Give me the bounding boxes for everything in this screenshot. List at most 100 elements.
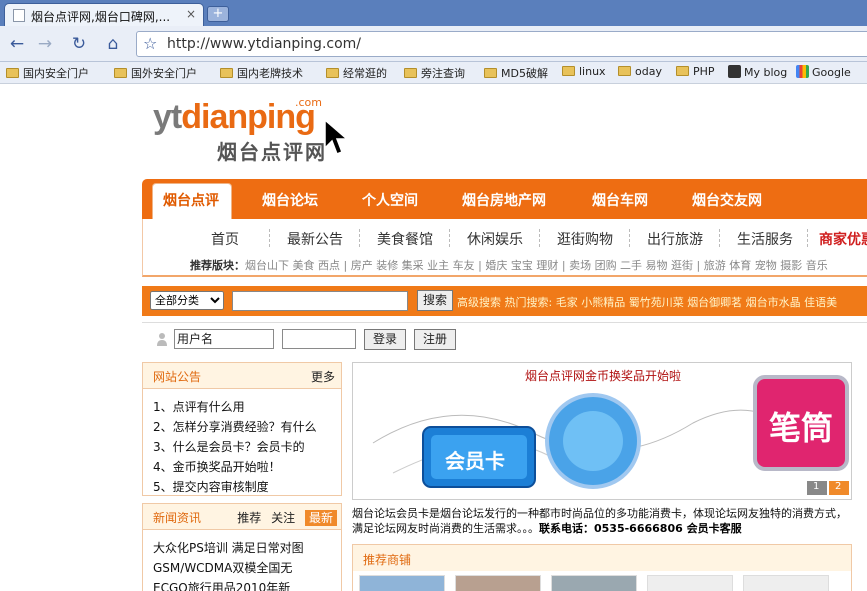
promo-banner[interactable]: 烟台点评网金币换奖品开始啦 会员卡 笔筒 1 2	[352, 362, 852, 500]
list-item[interactable]: 3、什么是会员卡？会员卡的	[153, 437, 341, 457]
tab-recommended[interactable]: 推荐	[237, 511, 261, 525]
bookmarks-bar: 国内安全门户 国外安全门户 国内老牌技术 经常逛的 旁注查询 MD5破解 lin…	[0, 62, 867, 84]
tab-following[interactable]: 关注	[271, 511, 295, 525]
folder-icon	[114, 68, 127, 78]
username-input[interactable]: 用户名	[174, 329, 274, 349]
list-item[interactable]: GSM/WCDMA双模全国无	[153, 558, 341, 578]
address-bar[interactable]: ☆ http://www.ytdianping.com/	[136, 31, 867, 57]
list-item[interactable]: 1、点评有什么用	[153, 397, 341, 417]
reload-icon[interactable]: ↻	[68, 33, 90, 55]
tab-title: 烟台点评网,烟台口碑网,...	[31, 10, 171, 24]
bookmark-item[interactable]: PHP	[676, 65, 715, 78]
folder-icon	[484, 68, 497, 78]
subnav-food[interactable]: 美食餐馆	[377, 229, 433, 249]
folder-icon	[618, 66, 631, 76]
banner-phone: 联系电话：0535-6666806 会员卡客服	[539, 522, 742, 535]
list-item[interactable]: 5、提交内容审核制度	[153, 477, 341, 497]
sub-nav: 首页 最新公告 美食餐馆 休闲娱乐 逛街购物 出行旅游 生活服务 商家优惠 推荐…	[142, 219, 867, 277]
nav-tab-ytdianping[interactable]: 烟台点评	[152, 183, 232, 220]
panel-header: 新闻资讯 推荐 关注 最新	[143, 504, 341, 530]
divider	[359, 229, 360, 247]
search-button[interactable]: 搜索	[417, 290, 453, 311]
category-select[interactable]: 全部分类	[150, 291, 224, 310]
list-item[interactable]: 2、怎样分享消费经验？有什么	[153, 417, 341, 437]
main-nav: 烟台点评 烟台论坛 个人空间 烟台房地产网 烟台车网 烟台交友网	[142, 179, 867, 220]
browser-tab-strip: 烟台点评网,烟台口碑网,... × +	[0, 0, 867, 26]
url-text[interactable]: http://www.ytdianping.com/	[167, 36, 361, 52]
subnav-deals[interactable]: 商家优惠	[819, 229, 867, 249]
search-bar: 全部分类 搜索 高级搜索 热门搜索: 毛家 小熊精品 蜀竹苑川菜 烟台御卿茗 烟…	[142, 286, 867, 316]
bookmark-item[interactable]: linux	[562, 65, 606, 78]
announcement-panel: 网站公告 更多 1、点评有什么用 2、怎样分享消费经验？有什么 3、什么是会员卡…	[142, 362, 342, 496]
subnav-home[interactable]: 首页	[211, 229, 239, 249]
bookmark-star-icon[interactable]: ☆	[143, 34, 157, 53]
bookmark-item[interactable]: 旁注查询	[404, 65, 465, 81]
panel-header: 推荐商铺	[353, 545, 851, 571]
bookmark-label: 国外安全门户	[131, 67, 197, 80]
home-icon[interactable]: ⌂	[102, 33, 124, 55]
bookmark-item[interactable]: 国内安全门户	[6, 65, 89, 81]
page-favicon-icon	[13, 9, 25, 22]
list-item[interactable]: 4、金币换奖品开始啦！	[153, 457, 341, 477]
divider	[807, 229, 808, 247]
divider	[719, 229, 720, 247]
nav-tab-forum[interactable]: 烟台论坛	[262, 190, 318, 210]
nav-tab-real-estate[interactable]: 烟台房地产网	[462, 190, 546, 210]
new-tab-button[interactable]: +	[207, 6, 229, 22]
bookmark-label: 国内老牌技术	[237, 67, 303, 80]
subnav-shopping[interactable]: 逛街购物	[557, 229, 613, 249]
hot-search-links[interactable]: 高级搜索 热门搜索: 毛家 小熊精品 蜀竹苑川菜 烟台御卿茗 烟台市水晶 佳语美	[457, 294, 837, 310]
recommend-links[interactable]: 烟台山下 美食 西点 | 房产 装修 集采 业主 车友 | 婚庆 宝宝 理财 |…	[245, 259, 828, 272]
search-input[interactable]	[232, 291, 408, 311]
nav-tab-personal-space[interactable]: 个人空间	[362, 190, 418, 210]
panel-title: 新闻资讯	[153, 511, 202, 525]
register-button[interactable]: 注册	[414, 329, 456, 350]
news-tabs: 推荐 关注 最新	[231, 509, 337, 526]
back-arrow-icon[interactable]: ←	[6, 33, 28, 55]
bookmark-item[interactable]: MD5破解	[484, 65, 548, 81]
subnav-entertainment[interactable]: 休闲娱乐	[467, 229, 523, 249]
forward-arrow-icon[interactable]: →	[34, 33, 56, 55]
nav-tab-dating[interactable]: 烟台交友网	[692, 190, 762, 210]
bookmark-item[interactable]: My blog	[728, 65, 787, 79]
browser-tab[interactable]: 烟台点评网,烟台口碑网,... ×	[4, 3, 204, 26]
password-input[interactable]	[282, 329, 356, 349]
bookmark-item[interactable]: Google	[796, 65, 851, 79]
shop-thumbnail[interactable]	[359, 575, 445, 591]
folder-icon	[676, 66, 689, 76]
nav-tab-label: 烟台点评	[163, 193, 219, 209]
subnav-announcements[interactable]: 最新公告	[287, 229, 343, 249]
logo-yt: yt	[153, 98, 182, 136]
bookmark-item[interactable]: 国外安全门户	[114, 65, 197, 81]
login-button[interactable]: 登录	[364, 329, 406, 350]
more-link[interactable]: 更多	[311, 368, 335, 385]
bookmark-item[interactable]: oday	[618, 65, 662, 78]
divider	[269, 229, 270, 247]
list-item[interactable]: 大众化PS培训 满足日常对图	[153, 538, 341, 558]
banner-page-2[interactable]: 2	[835, 481, 841, 492]
news-panel: 新闻资讯 推荐 关注 最新 大众化PS培训 满足日常对图 GSM/WCDMA双模…	[142, 503, 342, 591]
shop-thumbnail[interactable]	[743, 575, 829, 591]
google-icon	[796, 65, 809, 78]
folder-icon	[6, 68, 19, 78]
subnav-travel[interactable]: 出行旅游	[647, 229, 703, 249]
banner-page-1[interactable]: 1	[813, 481, 819, 492]
shop-thumbnail[interactable]	[647, 575, 733, 591]
bookmark-label: PHP	[693, 65, 715, 78]
close-tab-icon[interactable]: ×	[186, 7, 196, 21]
recommend-label: 推荐版块：	[190, 259, 245, 272]
list-item[interactable]: ECGO旅行用品2010年新	[153, 578, 341, 591]
bookmark-label: MD5破解	[501, 67, 548, 80]
site-logo[interactable]: ytdianping .com 烟台点评网	[153, 96, 325, 164]
bookmark-item[interactable]: 国内老牌技术	[220, 65, 303, 81]
tab-latest[interactable]: 最新	[304, 510, 337, 526]
bookmark-item[interactable]: 经常逛的	[326, 65, 387, 81]
divider	[629, 229, 630, 247]
subnav-services[interactable]: 生活服务	[737, 229, 793, 249]
divider	[539, 229, 540, 247]
shop-thumbnail[interactable]	[551, 575, 637, 591]
logo-chinese-name: 烟台点评网	[217, 140, 327, 164]
panel-title: 推荐商铺	[363, 553, 412, 567]
nav-tab-car[interactable]: 烟台车网	[592, 190, 648, 210]
shop-thumbnail[interactable]	[455, 575, 541, 591]
